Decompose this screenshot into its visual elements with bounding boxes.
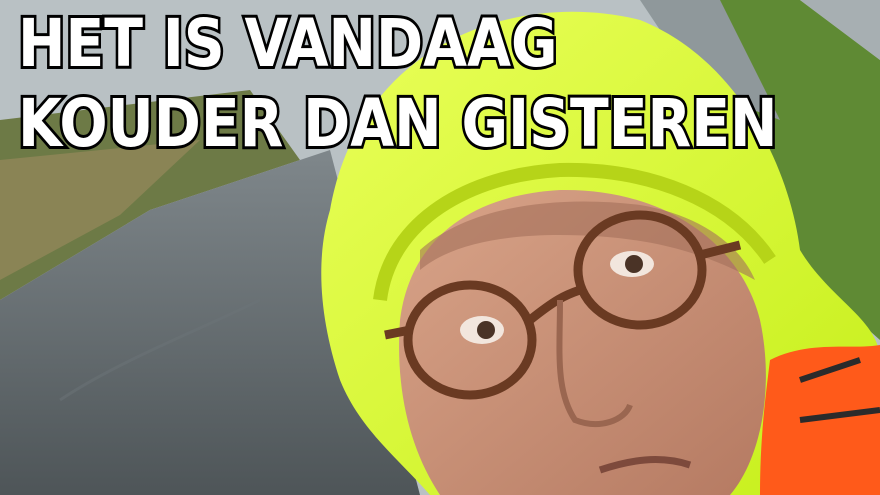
meme-image: HET IS VANDAAG KOUDER DAN GISTEREN: [0, 0, 880, 495]
meme-caption: HET IS VANDAAG KOUDER DAN GISTEREN: [15, 2, 780, 165]
caption-line-1: HET IS VANDAAG: [15, 2, 560, 85]
caption-line-2: KOUDER DAN GISTEREN: [15, 82, 780, 165]
